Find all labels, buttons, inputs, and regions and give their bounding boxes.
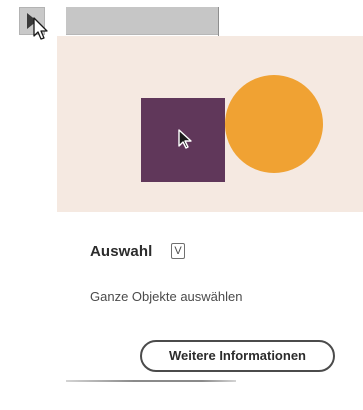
- screen: Auswahl V Ganze Objekte auswählen Weiter…: [0, 0, 363, 410]
- tool-description: Ganze Objekte auswählen: [90, 289, 243, 304]
- tool-name: Auswahl: [90, 243, 153, 260]
- shortcut-key-badge: V: [171, 243, 185, 259]
- more-info-button[interactable]: Weitere Informationen: [140, 340, 335, 372]
- mouse-pointer-icon: [33, 17, 48, 40]
- tool-tooltip: Auswahl V Ganze Objekte auswählen Weiter…: [57, 36, 363, 381]
- toolbar-strip: [66, 7, 219, 35]
- tooltip-illustration: [57, 36, 363, 212]
- illustration-circle: [225, 75, 323, 173]
- tooltip-bottom-shadow: [66, 380, 236, 382]
- toolbar-divider: [218, 7, 219, 36]
- selection-arrow-icon: [178, 129, 192, 149]
